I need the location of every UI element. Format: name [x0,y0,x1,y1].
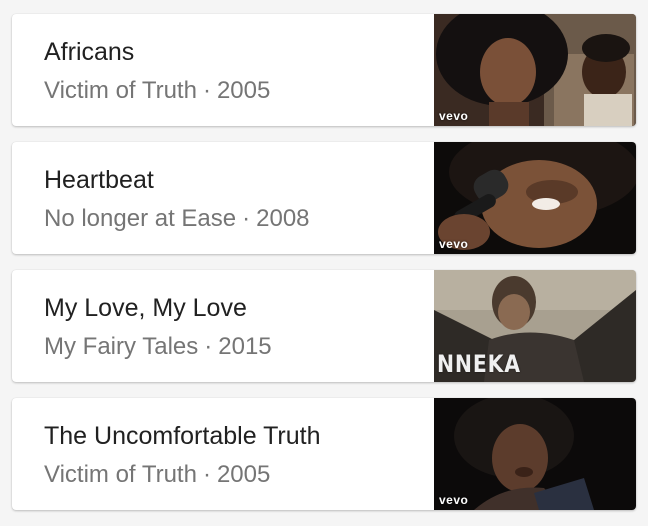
song-card-text: My Love, My Love My Fairy Tales · 2015 [44,292,426,362]
song-card-my-love-my-love[interactable]: My Love, My Love My Fairy Tales · 2015 NNE… [12,270,636,382]
song-card-text: Heartbeat No longer at Ease · 2008 [44,164,426,234]
song-title: Heartbeat [44,166,154,194]
song-card-text: Africans Victim of Truth · 2005 [44,36,426,106]
album-name: My Fairy Tales [44,333,199,360]
song-subtitle: Victim of Truth · 2005 [44,460,426,490]
song-subtitle: My Fairy Tales · 2015 [44,332,426,362]
song-card-africans[interactable]: Africans Victim of Truth · 2005 vevo [12,14,636,126]
song-card-text: The Uncomfortable Truth Victim of Truth ·… [44,420,426,490]
separator-dot: · [202,77,211,104]
release-year: 2005 [216,461,271,488]
separator-dot: · [202,461,211,488]
video-thumbnail[interactable]: NNEKA [434,270,636,382]
video-thumbnail[interactable]: vevo [434,14,636,126]
song-subtitle: Victim of Truth · 2005 [44,76,426,106]
song-title: Africans [44,38,135,66]
release-year: 2005 [216,77,271,104]
thumbnail-badge: vevo [439,493,469,507]
release-year: 2015 [218,333,272,360]
separator-dot: · [204,333,213,360]
thumbnail-badge: NNEKA [437,350,521,378]
album-name: Victim of Truth [44,77,197,104]
song-results-list: Africans Victim of Truth · 2005 vevo Heart… [12,14,636,526]
video-thumbnail[interactable]: vevo [434,142,636,254]
album-name: No longer at Ease [44,205,237,232]
song-subtitle: No longer at Ease · 2008 [44,204,426,234]
song-title: My Love, My Love [44,294,247,322]
album-name: Victim of Truth [44,461,197,488]
song-title: The Uncomfortable Truth [44,422,321,450]
video-thumbnail[interactable]: vevo [434,398,636,510]
release-year: 2008 [256,205,310,232]
thumbnail-badge: vevo [439,237,469,251]
song-card-the-uncomfortable-truth[interactable]: The Uncomfortable Truth Victim of Truth ·… [12,398,636,510]
song-card-heartbeat[interactable]: Heartbeat No longer at Ease · 2008 vevo [12,142,636,254]
thumbnail-badge: vevo [439,109,469,123]
separator-dot: · [242,205,251,232]
